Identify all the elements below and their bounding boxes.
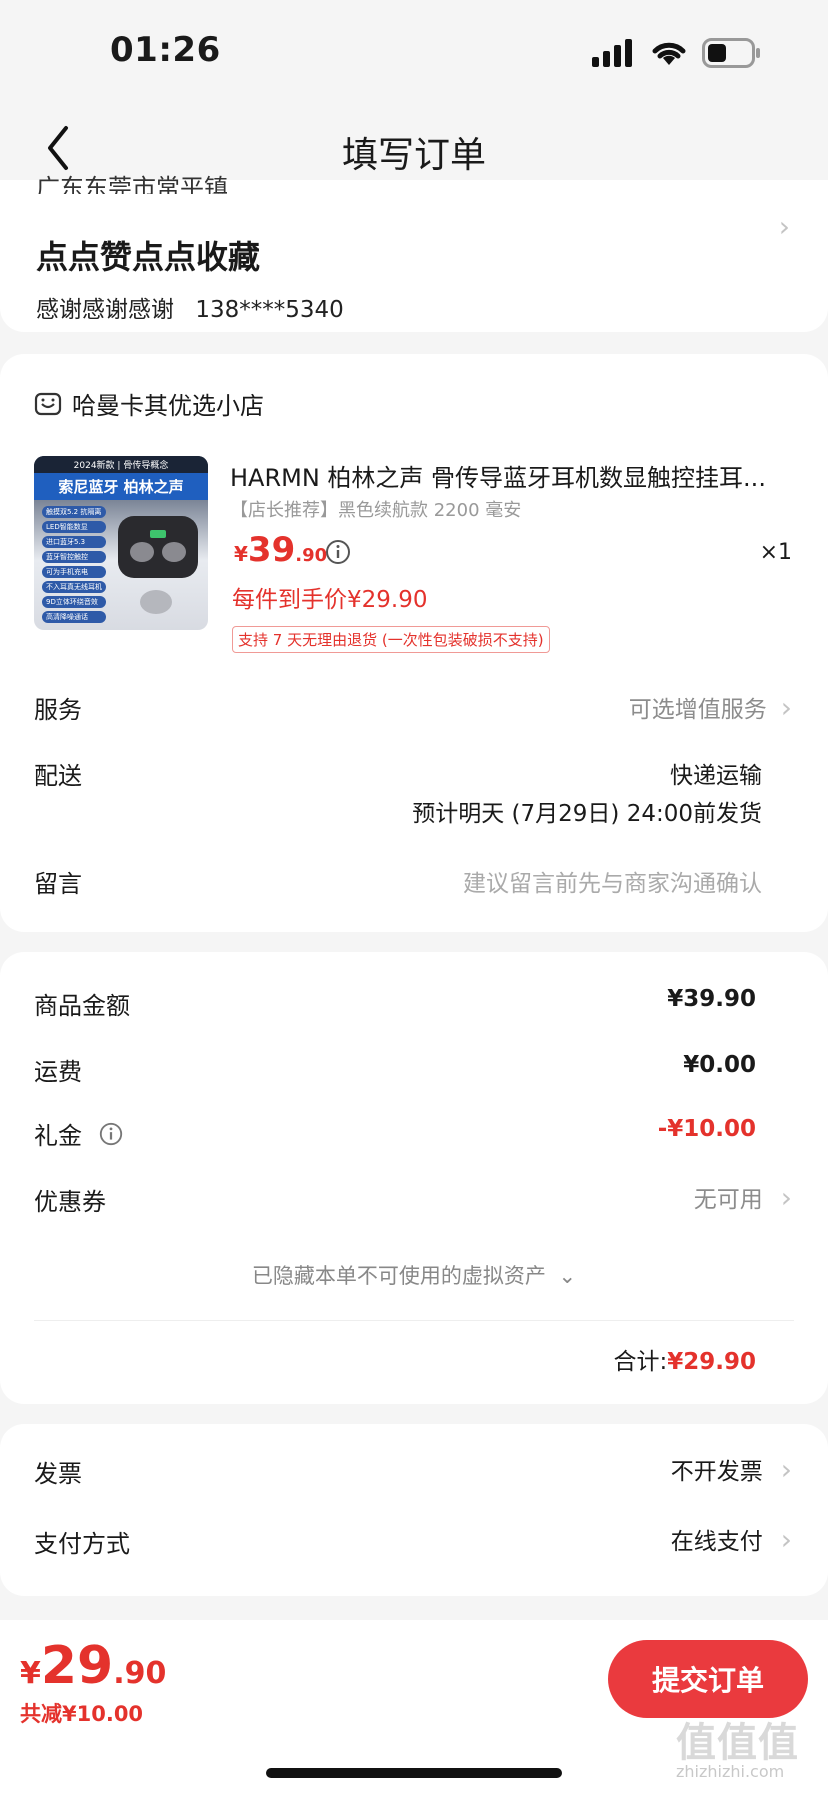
address-title: 点点赞点点收藏 bbox=[36, 238, 261, 276]
note-input[interactable]: 建议留言前先与商家沟通确认 bbox=[463, 864, 762, 898]
address-chevron-icon: › bbox=[778, 210, 790, 243]
address-card[interactable]: 广东东莞市常平镇 点点赞点点收藏 感谢感谢感谢 138****5340 › bbox=[0, 174, 828, 332]
per-item-price: 每件到手价¥29.90 bbox=[232, 587, 428, 613]
status-icons bbox=[592, 38, 762, 68]
service-chevron-icon: › bbox=[780, 690, 792, 724]
thumb-banner-top: 2024新款 | 骨传导概念 bbox=[34, 456, 208, 473]
total-label: 合计: bbox=[613, 1349, 668, 1375]
delivery-value: 快递运输 bbox=[670, 763, 762, 789]
invoice-label: 发票 bbox=[34, 1460, 82, 1488]
note-label: 留言 bbox=[34, 870, 82, 898]
status-time: 01:26 bbox=[110, 30, 221, 70]
thumb-feature: 高清降噪通话 bbox=[42, 611, 106, 623]
store-icon bbox=[34, 392, 62, 415]
wifi-icon bbox=[652, 42, 686, 65]
payment-method-value: 在线支付 bbox=[670, 1529, 763, 1555]
payment-method-row[interactable]: 在线支付 › bbox=[671, 1522, 792, 1556]
service-label: 服务 bbox=[34, 696, 82, 724]
product-spec[interactable]: 【店长推荐】黑色续航款 2200 毫安 bbox=[230, 496, 521, 522]
summary-total: 合计:¥29.90 bbox=[613, 1342, 756, 1376]
price-symbol: ¥ bbox=[234, 542, 248, 566]
thumb-feature: 进口蓝牙5.3 bbox=[42, 536, 106, 548]
coupon-value: 无可用 bbox=[693, 1187, 763, 1213]
product-quantity[interactable]: ×1 bbox=[760, 540, 792, 565]
coupon-chevron-icon: › bbox=[780, 1180, 792, 1214]
invoice-value: 不开发票 bbox=[670, 1459, 763, 1485]
address-partial-line: 广东东莞市常平镇 bbox=[36, 174, 228, 194]
payment-card: 发票 不开发票 › 支付方式 在线支付 › bbox=[0, 1424, 828, 1596]
gift-label: 礼金 bbox=[34, 1122, 82, 1150]
earbuds-case-image bbox=[118, 516, 198, 614]
price-info-icon[interactable] bbox=[324, 538, 352, 566]
thumb-feature: 9D立体环绕音效 bbox=[42, 596, 106, 608]
thumb-feature: 蓝牙智控触控 bbox=[42, 551, 106, 563]
hidden-assets-text: 已隐藏本单不可使用的虚拟资产 bbox=[251, 1264, 546, 1288]
bottom-price-integer: 29 bbox=[40, 1636, 114, 1696]
chevron-down-icon: ⌄ bbox=[558, 1264, 577, 1288]
watermark-logo: 值值值 bbox=[676, 1720, 799, 1766]
product-title[interactable]: HARMN 柏林之声 骨传导蓝牙耳机数显触控挂耳... bbox=[230, 458, 800, 493]
thumb-feature-list: 触摸双5.2 抗隔离 LED智能数显 进口蓝牙5.3 蓝牙智控触控 可为手机充电… bbox=[42, 506, 106, 623]
gift-info-icon[interactable] bbox=[98, 1121, 124, 1147]
gift-value: -¥10.00 bbox=[657, 1116, 756, 1142]
payment-chevron-icon: › bbox=[780, 1522, 792, 1556]
bottom-total-price: ¥29.90 bbox=[20, 1636, 166, 1696]
return-policy-badge: 支持 7 天无理由退货 (一次性包装破损不支持) bbox=[232, 626, 550, 653]
thumb-banner-main: 索尼蓝牙 柏林之声 bbox=[34, 473, 208, 500]
thumb-feature: 不入耳真无线耳机 bbox=[42, 581, 106, 593]
product-price: ¥39.90 bbox=[234, 530, 327, 570]
delivery-eta: 预计明天 (7月29日) 24:00前发货 bbox=[412, 801, 762, 827]
bottom-discount: 共减¥10.00 bbox=[20, 1702, 144, 1726]
summary-divider bbox=[34, 1320, 794, 1321]
coupon-label: 优惠券 bbox=[34, 1188, 106, 1216]
price-summary-card: 商品金额 ¥39.90 运费 ¥0.00 礼金 -¥10.00 优惠券 无可用 … bbox=[0, 952, 828, 1404]
store-header[interactable]: 哈曼卡其优选小店 bbox=[34, 386, 264, 421]
order-item-card: 哈曼卡其优选小店 2024新款 | 骨传导概念 索尼蓝牙 柏林之声 触摸双5.2… bbox=[0, 354, 828, 932]
store-name: 哈曼卡其优选小店 bbox=[72, 392, 264, 420]
bottom-price-decimal: .90 bbox=[113, 1656, 167, 1691]
goods-amount-label: 商品金额 bbox=[34, 992, 130, 1020]
hidden-assets-toggle[interactable]: 已隐藏本单不可使用的虚拟资产 ⌄ bbox=[0, 1260, 828, 1290]
address-contact: 感谢感谢感谢 138****5340 bbox=[36, 290, 344, 324]
price-integer: 39 bbox=[247, 530, 296, 570]
coupon-row[interactable]: 无可用 › bbox=[694, 1180, 792, 1214]
signal-icon bbox=[592, 39, 632, 67]
product-thumbnail[interactable]: 2024新款 | 骨传导概念 索尼蓝牙 柏林之声 触摸双5.2 抗隔离 LED智… bbox=[34, 456, 208, 630]
page-title: 填写订单 bbox=[341, 135, 486, 176]
total-value: ¥29.90 bbox=[667, 1349, 756, 1375]
price-decimal: .90 bbox=[295, 545, 328, 566]
thumb-feature: LED智能数显 bbox=[42, 521, 106, 533]
battery-icon bbox=[702, 38, 760, 68]
service-row[interactable]: 可选增值服务 › bbox=[629, 690, 792, 724]
invoice-row[interactable]: 不开发票 › bbox=[671, 1452, 792, 1486]
home-indicator bbox=[266, 1768, 562, 1778]
contact-phone: 138****5340 bbox=[195, 297, 344, 323]
invoice-chevron-icon: › bbox=[780, 1452, 792, 1486]
watermark-url: zhizhizhi.com bbox=[676, 1762, 785, 1781]
shipping-value: ¥0.00 bbox=[683, 1052, 756, 1078]
delivery-label: 配送 bbox=[34, 762, 82, 790]
service-value: 可选增值服务 bbox=[628, 697, 767, 723]
thumb-feature: 触摸双5.2 抗隔离 bbox=[42, 506, 106, 518]
payment-method-label: 支付方式 bbox=[34, 1530, 130, 1558]
submit-order-button[interactable]: 提交订单 bbox=[608, 1640, 808, 1718]
bottom-price-symbol: ¥ bbox=[20, 1656, 41, 1691]
shipping-label: 运费 bbox=[34, 1058, 82, 1086]
goods-amount-value: ¥39.90 bbox=[667, 986, 756, 1012]
contact-name: 感谢感谢感谢 bbox=[36, 297, 174, 323]
gift-row: 礼金 bbox=[34, 1116, 124, 1151]
thumb-feature: 可为手机充电 bbox=[42, 566, 106, 578]
